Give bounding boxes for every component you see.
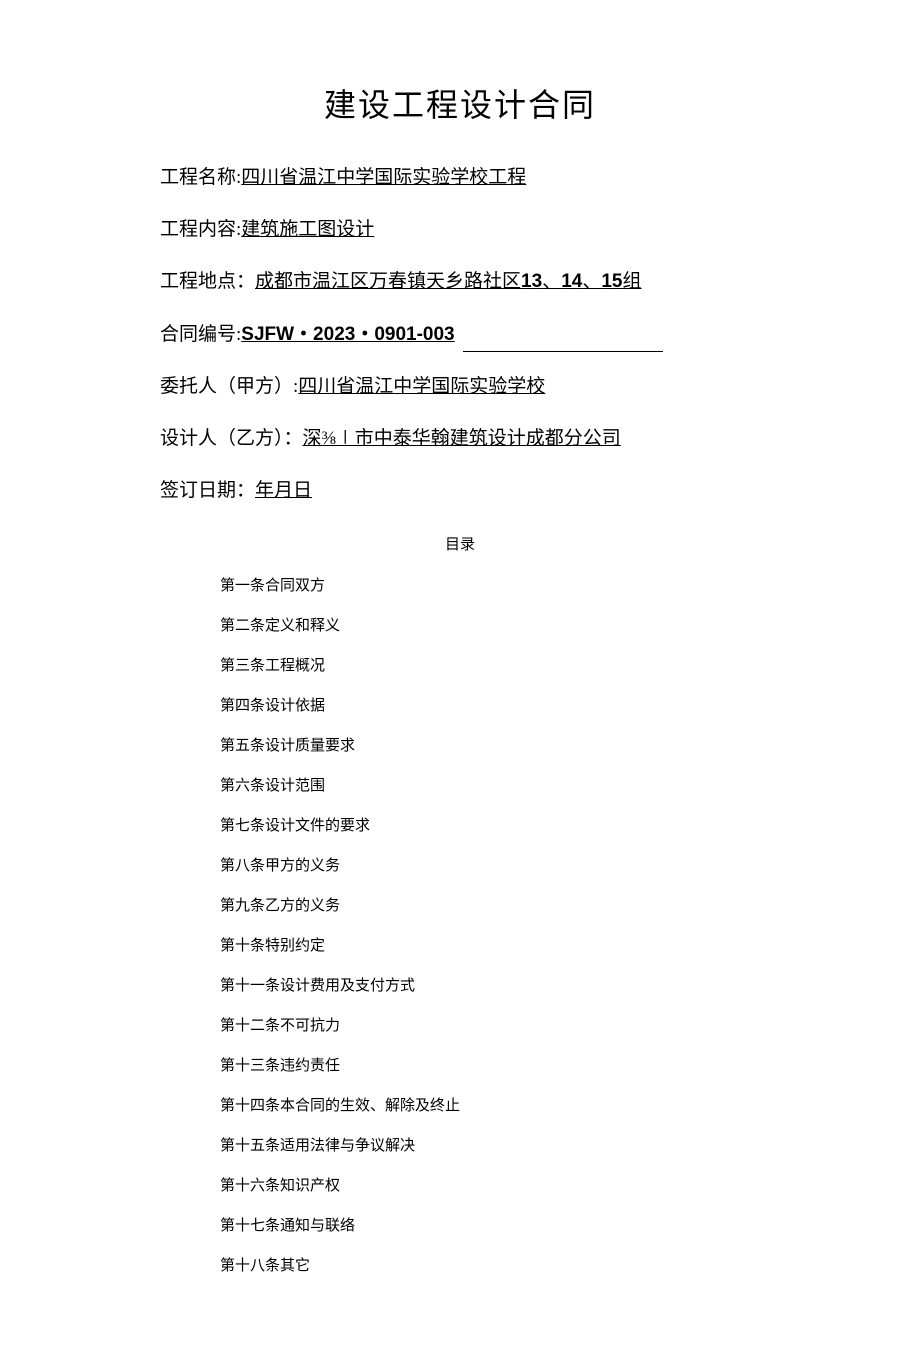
toc-item: 第五条设计质量要求 [220,734,760,758]
info-project-name: 工程名称:四川省温江中学国际实验学校工程 [160,161,760,195]
toc-item: 第十一条设计费用及支付方式 [220,974,760,998]
info-party-b: 设计人（乙方）：深⅜∣市中泰华翰建筑设计成都分公司 [160,422,760,456]
contract-no-label: 合同编号: [160,324,241,345]
project-location-value: 成都市温江区万春镇天乡路社区13、14、15组 [255,271,641,292]
document-title: 建设工程设计合同 [160,80,760,126]
sign-date-value: 年月日 [255,480,312,501]
sign-date-label: 签订日期： [160,480,255,501]
location-sep2: 、 [582,271,601,292]
toc-item: 第十六条知识产权 [220,1174,760,1198]
contract-no-blank-line [463,351,663,352]
info-project-content: 工程内容:建筑施工图设计 [160,213,760,247]
party-a-value: 四川省温江中学国际实验学校 [298,376,545,397]
contract-no-value: SJFW・2023・0901-003 [241,324,454,345]
party-b-value: 深⅜∣市中泰华翰建筑设计成都分公司 [303,428,621,449]
project-name-label: 工程名称: [160,167,241,188]
toc-item: 第二条定义和释义 [220,614,760,638]
toc-item: 第四条设计依据 [220,694,760,718]
toc-header: 目录 [160,533,760,554]
project-location-label: 工程地点： [160,271,255,292]
info-project-location: 工程地点：成都市温江区万春镇天乡路社区13、14、15组 [160,265,760,299]
toc-item: 第十条特别约定 [220,934,760,958]
toc-list: 第一条合同双方 第二条定义和释义 第三条工程概况 第四条设计依据 第五条设计质量… [220,574,760,1278]
toc-item: 第三条工程概况 [220,654,760,678]
toc-item: 第一条合同双方 [220,574,760,598]
toc-item: 第十七条通知与联络 [220,1214,760,1238]
party-b-label: 设计人（乙方）： [160,428,303,449]
toc-item: 第十三条违约责任 [220,1054,760,1078]
toc-item: 第九条乙方的义务 [220,894,760,918]
project-content-label: 工程内容: [160,219,241,240]
info-party-a: 委托人（甲方）:四川省温江中学国际实验学校 [160,370,760,404]
info-sign-date: 签订日期：年月日 [160,474,760,508]
info-contract-no: 合同编号:SJFW・2023・0901-003 [160,318,760,352]
project-content-value: 建筑施工图设计 [241,219,374,240]
location-prefix: 成都市温江区万春镇天乡路社区 [255,271,521,292]
toc-item: 第十四条本合同的生效、解除及终止 [220,1094,760,1118]
location-sep1: 、 [542,271,561,292]
location-num3: 15 [601,271,622,292]
toc-item: 第八条甲方的义务 [220,854,760,878]
toc-item: 第十五条适用法律与争议解决 [220,1134,760,1158]
party-a-label: 委托人（甲方）: [160,376,298,397]
location-num2: 14 [561,271,582,292]
toc-item: 第十八条其它 [220,1254,760,1278]
project-name-value: 四川省温江中学国际实验学校工程 [241,167,526,188]
toc-item: 第七条设计文件的要求 [220,814,760,838]
location-suffix: 组 [622,271,641,292]
location-num1: 13 [521,271,542,292]
toc-item: 第六条设计范围 [220,774,760,798]
toc-item: 第十二条不可抗力 [220,1014,760,1038]
